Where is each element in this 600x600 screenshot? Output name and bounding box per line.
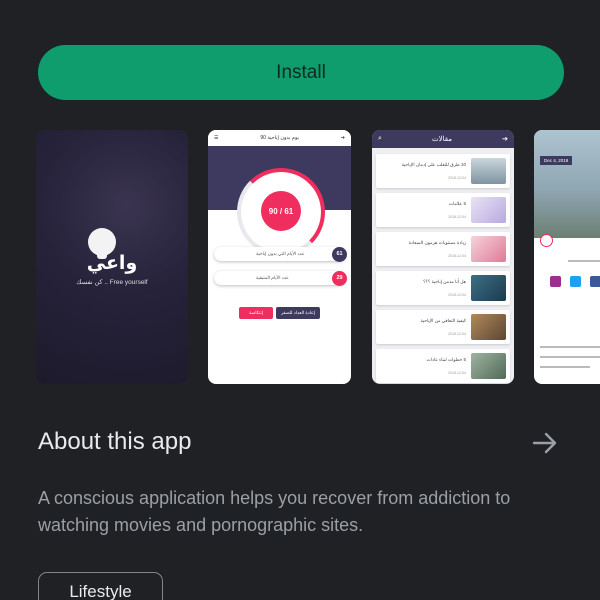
relapse-button: إنتكاسة (239, 307, 273, 319)
article-thumbnail (471, 197, 506, 223)
day-counter: 90 / 61 (261, 191, 301, 231)
twitter-icon (570, 276, 581, 287)
article-hero-image (534, 130, 600, 238)
articles-header: ⌕ مقالات ➔ (372, 130, 514, 148)
stat-label: عدد الأيام التي بدون إباحية (256, 251, 305, 256)
screenshot-article-detail[interactable]: Dec 4, 2018 (534, 130, 600, 384)
article-card: هل أنا مدمن إباحية ؟؟؟ 2018-12-04 (376, 271, 510, 305)
stat-label: عدد الأيام المتبقية (256, 275, 289, 280)
about-title: About this app (38, 428, 192, 455)
app-description: A conscious application helps you recove… (38, 488, 511, 535)
article-title: 10 طرق للتغلب على إدمان الإباحية (401, 162, 466, 167)
article-card: 5 خطوات لبناء عادات 2018-12-04 (376, 349, 510, 383)
arrow-right-icon[interactable] (530, 428, 560, 458)
article-card: 10 طرق للتغلب على إدمان الإباحية 2018-12… (376, 154, 510, 188)
article-title: هل أنا مدمن إباحية ؟؟؟ (423, 279, 466, 284)
screenshot-counter[interactable]: ☰ 90 يوم بدون إباحية ➔ 90 / 61 عدد الأيا… (208, 130, 351, 384)
article-title: 5 خطوات لبناء عادات (426, 357, 466, 362)
article-card: كيفية التعافي من الإباحية 2018-12-04 (376, 310, 510, 344)
article-card: زيادة مستويات هرمون السعادة 2018-12-04 (376, 232, 510, 266)
article-thumbnail (471, 353, 506, 379)
text-line (540, 346, 600, 348)
article-date: 2018-12-04 (448, 176, 466, 180)
heart-icon (540, 234, 553, 247)
articles-title: مقالات (432, 136, 453, 143)
arrow-icon: ➔ (340, 135, 345, 141)
article-thumbnail (471, 158, 506, 184)
reset-button: إعادة العداد للصفر (276, 307, 320, 319)
screenshot-splash[interactable]: واعي كن نفسك .. Free yourself (36, 130, 188, 384)
article-title: 5 علامات (448, 201, 466, 206)
stat-row: عدد الأيام المتبقية 29 (214, 270, 347, 286)
search-icon: ⌕ (378, 135, 382, 142)
stat-value: 29 (332, 270, 347, 286)
arrow-icon: ➔ (502, 136, 508, 143)
stat-value: 61 (332, 246, 347, 262)
screenshot-app-bar: ☰ 90 يوم بدون إباحية ➔ (208, 130, 351, 146)
article-title: زيادة مستويات هرمون السعادة (408, 240, 466, 245)
splash-tagline: كن نفسك .. Free yourself (76, 279, 148, 286)
screenshot-articles[interactable]: ⌕ مقالات ➔ 10 طرق للتغلب على إدمان الإبا… (372, 130, 514, 384)
article-title: كيفية التعافي من الإباحية (420, 318, 466, 323)
article-date: 2018-12-04 (448, 254, 466, 258)
category-chip[interactable]: Lifestyle (38, 572, 163, 600)
stat-row: عدد الأيام التي بدون إباحية 61 (214, 246, 347, 262)
article-date: 2018-12-04 (448, 293, 466, 297)
article-date: 2018-12-04 (448, 332, 466, 336)
text-line (540, 366, 590, 368)
text-line (568, 260, 600, 262)
instagram-icon (550, 276, 561, 287)
article-thumbnail (471, 314, 506, 340)
article-thumbnail (471, 236, 506, 262)
screenshot-title: 90 يوم بدون إباحية (260, 135, 299, 141)
article-date-badge: Dec 4, 2018 (540, 156, 573, 165)
text-line (540, 356, 600, 358)
screenshot-carousel[interactable]: واعي كن نفسك .. Free yourself ☰ 90 يوم ب… (36, 130, 600, 384)
menu-icon: ☰ (214, 135, 219, 141)
article-thumbnail (471, 275, 506, 301)
install-button[interactable]: Install (38, 45, 564, 100)
article-card: 5 علامات 2018-12-04 (376, 193, 510, 227)
article-date: 2018-12-04 (448, 371, 466, 375)
facebook-icon (590, 276, 600, 287)
app-logo-text: واعي (86, 252, 138, 274)
article-date: 2018-12-04 (448, 215, 466, 219)
